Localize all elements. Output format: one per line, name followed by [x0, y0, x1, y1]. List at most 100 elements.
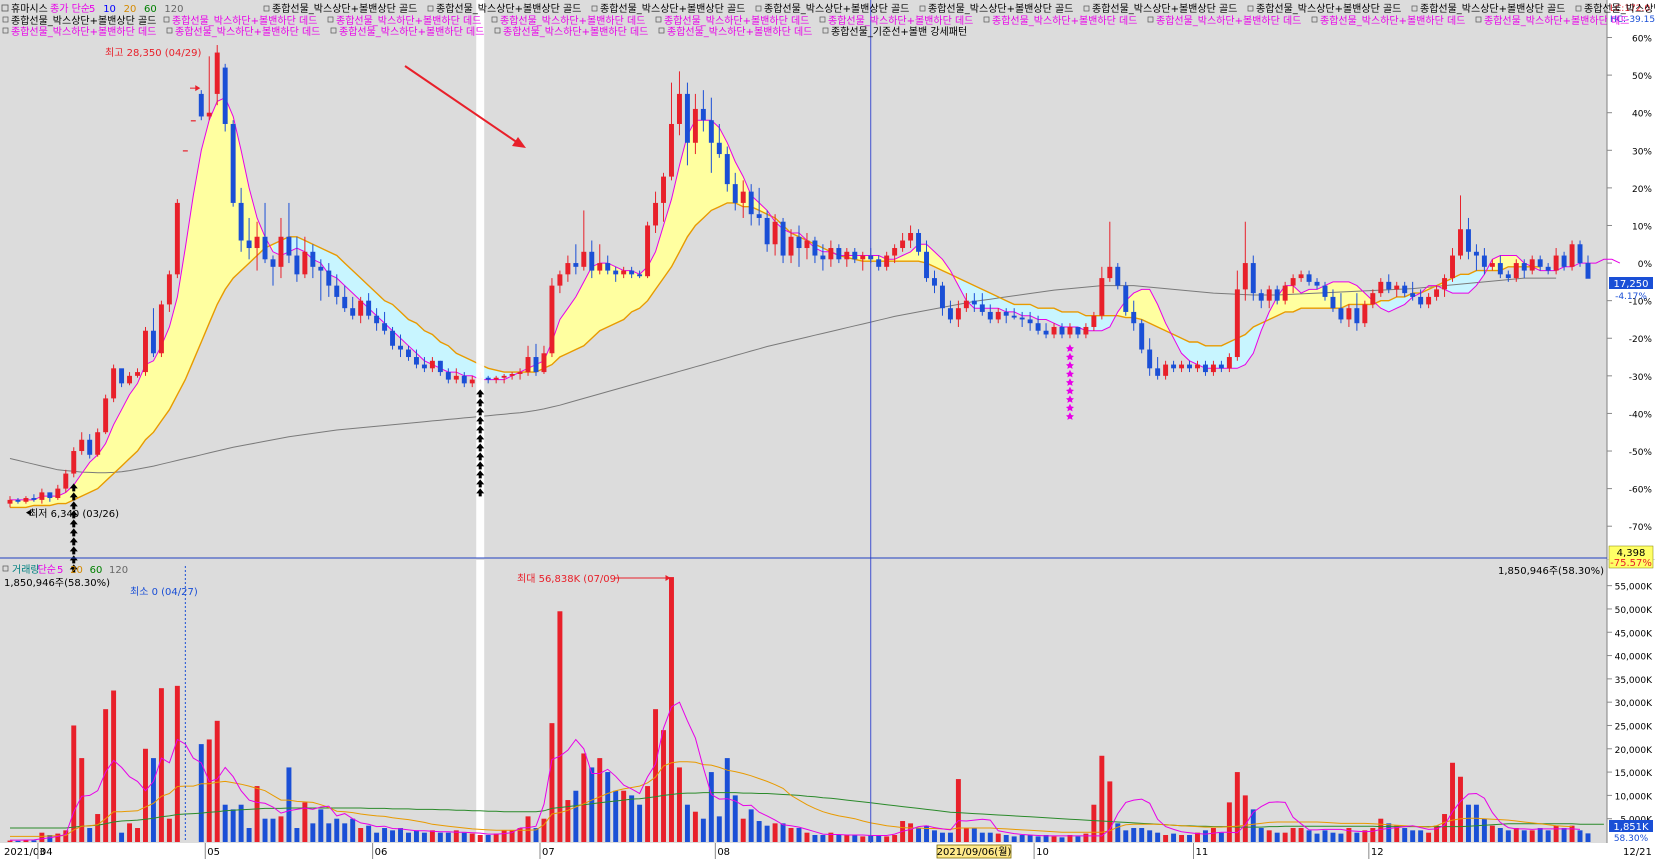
bottom-price-pct: -75.57%	[1610, 558, 1652, 569]
volume-bar	[852, 835, 858, 842]
candle-body	[1107, 266, 1113, 279]
volume-bar	[684, 804, 690, 842]
volume-bar	[1019, 835, 1025, 842]
volume-bar	[493, 833, 499, 842]
candle-body	[812, 240, 818, 256]
volume-tick-label: 40,000K	[1615, 653, 1653, 663]
price-tick-label: -30%	[1629, 373, 1653, 383]
volume-bar	[7, 840, 13, 842]
candle-body	[1569, 244, 1575, 267]
candle-body	[406, 349, 411, 358]
candle-body	[1218, 364, 1224, 369]
volume-bar	[1569, 825, 1575, 842]
candle-body	[684, 93, 690, 143]
candle-body	[653, 202, 659, 226]
volume-bar	[87, 828, 93, 842]
candle-body	[1481, 255, 1487, 267]
candle-body	[724, 154, 730, 185]
candle-body	[1346, 308, 1352, 320]
x-axis-label: 12	[1371, 847, 1384, 858]
volume-bar	[485, 835, 491, 842]
volume-bar	[1258, 828, 1264, 842]
volume-bar	[95, 814, 101, 842]
x-axis-label: 06	[375, 847, 388, 858]
candle-body	[1051, 326, 1057, 335]
candle-body	[1282, 285, 1288, 301]
legend-signal-gold: 종합선물_박스상단+볼밴상단 골드	[764, 3, 909, 15]
signal-highlight-bar-volume	[476, 560, 485, 843]
candle-body	[469, 379, 475, 384]
legend-signal-gold: 종합선물_박스상단+볼밴상단 골드	[1256, 3, 1401, 15]
candle-body	[613, 270, 619, 275]
chart-background	[0, 0, 1655, 859]
candle-body	[764, 217, 770, 245]
volume-bar	[1282, 832, 1288, 842]
volume-bar	[1027, 835, 1033, 842]
volume-bar	[150, 758, 156, 842]
candle-body	[350, 308, 356, 316]
candle-body	[1450, 255, 1455, 279]
volume-bar	[1147, 830, 1153, 842]
candle-body	[198, 93, 204, 117]
candle-body	[1306, 274, 1312, 282]
volume-bar	[1210, 828, 1216, 842]
volume-bar	[1274, 832, 1280, 842]
candle-body	[1537, 259, 1543, 267]
candle-body	[661, 176, 666, 203]
volume-bar	[1354, 832, 1360, 842]
candle-body	[971, 300, 977, 305]
volume-bar	[310, 823, 316, 842]
volume-bar	[413, 830, 419, 842]
volume-bar	[1378, 818, 1384, 842]
candle-body	[222, 67, 228, 124]
volume-bar	[1537, 828, 1543, 842]
candle-body	[1187, 364, 1192, 369]
legend-signal-gold: 종합선물_박스상단+볼밴상단 골드	[1420, 3, 1565, 15]
x-axis-label: 04	[40, 847, 53, 858]
candle-body	[1434, 289, 1440, 297]
legend-signal-dead: 종합선물_박스하단+볼밴하단 데드	[500, 14, 645, 27]
volume-bar	[1091, 804, 1097, 842]
volume-bar	[1545, 830, 1551, 842]
volume-bar	[1489, 825, 1495, 842]
price-tick-label: 40%	[1632, 110, 1652, 120]
stock-chart[interactable]: 60%50%40%30%20%10%0%-10%-20%-30%-40%-50%…	[0, 0, 1655, 859]
volume-bar	[350, 818, 356, 842]
candle-body	[1083, 326, 1089, 335]
volume-bar	[955, 779, 961, 842]
volume-bar	[55, 833, 61, 842]
candle-body	[597, 263, 603, 271]
volume-bar	[613, 790, 619, 842]
volume-bar	[342, 823, 348, 842]
candle-body	[127, 375, 133, 384]
candle-body	[55, 488, 61, 499]
volume-bar	[1497, 828, 1503, 842]
candle-body	[1497, 263, 1503, 275]
legend-price-item: 20	[124, 4, 137, 15]
volume-legend-item: 거래량	[12, 564, 40, 576]
volume-bar	[700, 818, 706, 842]
candle-body	[246, 240, 252, 249]
volume-bar	[708, 772, 714, 842]
volume-bar	[318, 809, 324, 842]
legend-signal-dead: 종합선물_박스하단+볼밴하단 데드	[503, 25, 648, 38]
candle-body	[302, 251, 308, 275]
volume-bar	[135, 828, 140, 842]
candle-body	[71, 451, 77, 474]
volume-tick-label: 35,000K	[1615, 676, 1653, 686]
volume-bar	[676, 767, 682, 842]
candle-body	[1465, 229, 1471, 252]
candle-body	[669, 123, 674, 177]
candle-body	[844, 251, 850, 260]
candle-body	[501, 375, 507, 378]
candle-body	[852, 251, 858, 260]
volume-bar	[39, 832, 45, 842]
candle-body	[557, 274, 563, 286]
legend-signal-dead: 종합선물_박스하단+볼밴하단 데드	[1484, 14, 1629, 27]
candle-body	[772, 221, 778, 245]
candle-body	[748, 191, 754, 215]
volume-bar	[820, 835, 826, 842]
candle-body	[1362, 304, 1368, 324]
candle-body	[860, 255, 866, 260]
candle-body	[1386, 281, 1392, 290]
